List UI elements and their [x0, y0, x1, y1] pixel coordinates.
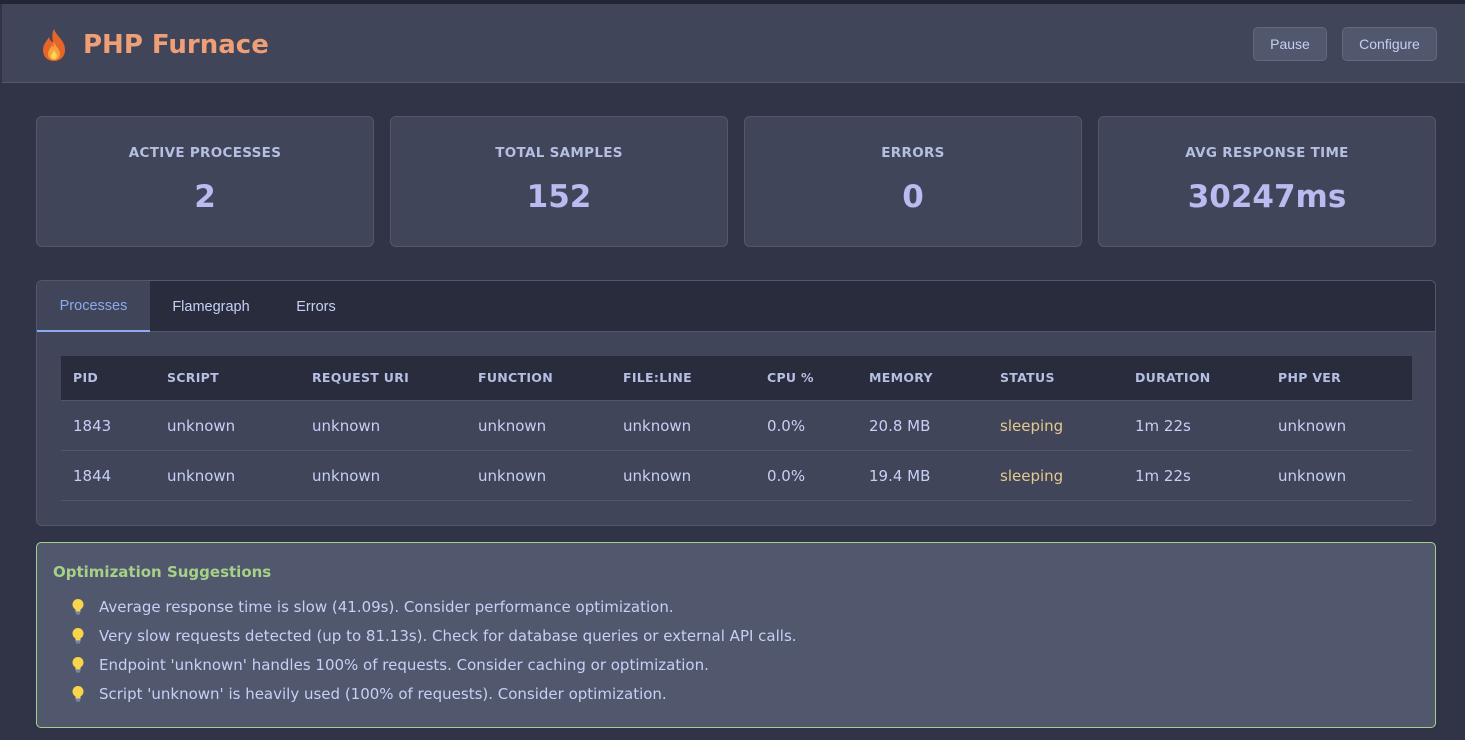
process-table: PID SCRIPT REQUEST URI FUNCTION FILE:LIN… — [61, 356, 1412, 501]
cell-file-line: unknown — [623, 467, 692, 485]
processes-panel: Processes Flamegraph Errors PID SCRIPT R… — [36, 280, 1436, 526]
cell-php-ver: unknown — [1278, 417, 1347, 435]
cell-function: unknown — [478, 467, 547, 485]
tab-bar: Processes Flamegraph Errors — [37, 281, 1435, 332]
suggestion-item: Script 'unknown' is heavily used (100% o… — [71, 684, 667, 704]
cell-duration: 1m 22s — [1135, 417, 1191, 435]
stat-value: 30247ms — [1187, 179, 1347, 215]
cell-cpu: 0.0% — [767, 467, 806, 485]
table-header: PID SCRIPT REQUEST URI FUNCTION FILE:LIN… — [61, 356, 1412, 401]
column-header-request-uri[interactable]: REQUEST URI — [312, 356, 409, 400]
cell-cpu: 0.0% — [767, 417, 806, 435]
lightbulb-icon — [72, 657, 84, 673]
tab-flamegraph[interactable]: Flamegraph — [150, 281, 272, 332]
column-header-cpu[interactable]: CPU % — [767, 356, 814, 400]
suggestion-item: Average response time is slow (41.09s). … — [71, 597, 674, 617]
stat-label: ERRORS — [881, 145, 945, 161]
cell-duration: 1m 22s — [1135, 467, 1191, 485]
column-header-script[interactable]: SCRIPT — [167, 356, 219, 400]
cell-script: unknown — [167, 417, 236, 435]
column-header-php-ver[interactable]: PHP VER — [1278, 356, 1341, 400]
table-row[interactable]: 1844 unknown unknown unknown unknown 0.0… — [61, 451, 1412, 501]
tab-errors[interactable]: Errors — [272, 281, 360, 332]
stat-card-avg-response-time: AVG RESPONSE TIME 30247ms — [1098, 116, 1436, 247]
cell-status: sleeping — [1000, 417, 1064, 435]
stat-label: AVG RESPONSE TIME — [1185, 145, 1349, 161]
stat-card-total-samples: TOTAL SAMPLES 152 — [390, 116, 728, 247]
brand: PHP Furnace — [40, 28, 269, 62]
cell-function: unknown — [478, 417, 547, 435]
cell-request-uri: unknown — [312, 417, 381, 435]
table-row[interactable]: 1843 unknown unknown unknown unknown 0.0… — [61, 401, 1412, 451]
cell-script: unknown — [167, 467, 236, 485]
lightbulb-icon — [72, 628, 84, 644]
suggestion-text: Script 'unknown' is heavily used (100% o… — [99, 685, 667, 703]
stat-card-active-processes: ACTIVE PROCESSES 2 — [36, 116, 374, 247]
suggestions-title: Optimization Suggestions — [53, 563, 272, 581]
suggestion-text: Very slow requests detected (up to 81.13… — [99, 627, 797, 645]
column-header-function[interactable]: FUNCTION — [478, 356, 553, 400]
app-title: PHP Furnace — [83, 30, 269, 60]
tab-processes[interactable]: Processes — [37, 281, 150, 332]
stat-label: TOTAL SAMPLES — [495, 145, 623, 161]
pause-button[interactable]: Pause — [1253, 27, 1327, 61]
suggestion-item: Very slow requests detected (up to 81.13… — [71, 626, 797, 646]
stat-value: 152 — [526, 179, 592, 215]
column-header-duration[interactable]: DURATION — [1135, 356, 1211, 400]
cell-memory: 20.8 MB — [869, 417, 931, 435]
cell-status: sleeping — [1000, 467, 1064, 485]
suggestion-text: Average response time is slow (41.09s). … — [99, 598, 674, 616]
suggestion-item: Endpoint 'unknown' handles 100% of reque… — [71, 655, 709, 675]
column-header-memory[interactable]: MEMORY — [869, 356, 933, 400]
suggestion-text: Endpoint 'unknown' handles 100% of reque… — [99, 656, 709, 674]
lightbulb-icon — [72, 686, 84, 702]
cell-pid: 1843 — [73, 417, 112, 435]
app-header: PHP Furnace Pause Configure — [2, 4, 1465, 83]
lightbulb-icon — [72, 599, 84, 615]
cell-php-ver: unknown — [1278, 467, 1347, 485]
column-header-pid[interactable]: PID — [73, 356, 98, 400]
flame-icon — [43, 29, 65, 61]
cell-file-line: unknown — [623, 417, 692, 435]
optimization-suggestions: Optimization Suggestions Average respons… — [36, 542, 1436, 728]
configure-button[interactable]: Configure — [1342, 27, 1437, 61]
stat-label: ACTIVE PROCESSES — [128, 145, 282, 161]
cell-memory: 19.4 MB — [869, 467, 931, 485]
column-header-status[interactable]: STATUS — [1000, 356, 1055, 400]
stat-value: 0 — [902, 179, 924, 215]
column-header-file-line[interactable]: FILE:LINE — [623, 356, 692, 400]
stat-value: 2 — [194, 179, 216, 215]
cell-request-uri: unknown — [312, 467, 381, 485]
cell-pid: 1844 — [73, 467, 112, 485]
stat-card-errors: ERRORS 0 — [744, 116, 1082, 247]
